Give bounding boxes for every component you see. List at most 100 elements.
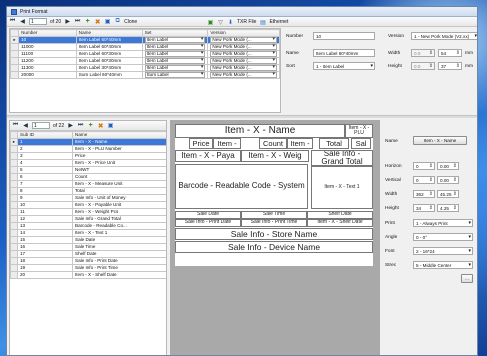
label-field-device-name[interactable]: Sale Info - Device Name	[175, 241, 373, 253]
cell-sub-id[interactable]: 19	[17, 264, 73, 272]
first-record-icon[interactable]: ⏮	[9, 18, 16, 25]
table-row[interactable]: 11000 Item Label 60*40mm Item Label New …	[10, 43, 280, 51]
filter-icon[interactable]: ▽	[217, 19, 224, 26]
column-header-item-name[interactable]: Name	[72, 131, 166, 139]
label-field-grand-total[interactable]: Sale Info - Grand Total	[311, 150, 373, 166]
column-header-name[interactable]: Name	[75, 29, 143, 37]
label-field-item-shelf-date[interactable]: Item - X - Shelf Date	[307, 219, 373, 227]
cell-item-name[interactable]: Sale Date	[72, 236, 166, 244]
cell-sub-id[interactable]: 7	[17, 180, 73, 188]
cell-item-name[interactable]: Sale Info - Print Date	[72, 257, 166, 265]
cell-number[interactable]: 20000	[18, 71, 77, 79]
label-field-store-name[interactable]: Sale Info - Store Name	[175, 228, 373, 240]
cell-number[interactable]: 11200	[18, 57, 77, 65]
more-button[interactable]: ...	[461, 274, 473, 283]
height-field-2[interactable]: 37	[438, 62, 462, 70]
list-item[interactable]: 8 Total	[10, 187, 166, 195]
height-prop-field-1[interactable]: 34	[413, 204, 435, 212]
height-prop-field-2[interactable]: 4.25	[437, 204, 459, 212]
cell-set[interactable]: Item Label	[141, 36, 209, 44]
cell-sub-id[interactable]: 8	[17, 187, 73, 195]
cell-sub-id[interactable]: 2	[17, 145, 73, 153]
stretch-select[interactable]: 5 - Middle Center	[413, 261, 473, 269]
label-field-sale-time[interactable]: Sale Time	[241, 211, 307, 219]
cell-version[interactable]: New Pork Mode (...	[207, 71, 280, 79]
list-item[interactable]: 4 Item - X - Price Unit	[10, 159, 166, 167]
label-field-shelf-date[interactable]: Shelf Date	[307, 211, 373, 219]
add-icon[interactable]: +	[84, 18, 91, 25]
delete-icon[interactable]: ✖	[94, 18, 101, 26]
cell-sub-id[interactable]: 4	[17, 159, 73, 167]
list-item[interactable]: 9 Sale Info - Unit of Money	[10, 194, 166, 202]
cell-sub-id[interactable]: 17	[17, 250, 73, 258]
set-dropdown[interactable]: Item Label	[144, 44, 206, 50]
cell-item-name[interactable]: NetWT	[72, 166, 166, 174]
cell-number[interactable]: 11100	[18, 50, 77, 58]
cell-item-name[interactable]: Sale Info - Grand Total	[72, 215, 166, 223]
list-item[interactable]: 20 Item - X - Shelf Date	[10, 271, 166, 279]
column-header-sub-id[interactable]: Sub ID	[17, 131, 73, 139]
cell-version[interactable]: New Pork Mode (...	[207, 36, 280, 44]
version-dropdown[interactable]: New Pork Mode (...	[210, 65, 277, 71]
version-dropdown[interactable]: New Pork Mode (...	[210, 51, 277, 57]
cell-item-name[interactable]: Item - X - Payable Unit	[72, 201, 166, 209]
list-item[interactable]: ▸ 1 Item - X - Name	[10, 138, 166, 146]
list-item[interactable]: 17 Shelf Date	[10, 250, 166, 258]
table-row[interactable]: 11100 Item Label 60*30mm Item Label New …	[10, 50, 280, 58]
cell-set[interactable]: Item Label	[141, 43, 209, 51]
cell-item-name[interactable]: Count	[72, 173, 166, 181]
last-item-icon[interactable]: ⏭	[77, 122, 84, 129]
add-item-icon[interactable]: +	[87, 122, 94, 129]
cell-item-name[interactable]: Price	[72, 152, 166, 160]
next-record-icon[interactable]: ▶	[64, 18, 71, 25]
cell-version[interactable]: New Pork Mode (...	[207, 50, 280, 58]
table-row[interactable]: 11300 Item Label 30*40mm Item Label New …	[10, 64, 280, 72]
clone-icon[interactable]: ⧉	[114, 18, 121, 25]
cell-sub-id[interactable]: 3	[17, 152, 73, 160]
cell-item-name[interactable]: Sale Info - Unit of Money	[72, 194, 166, 202]
next-item-icon[interactable]: ▶	[67, 122, 74, 129]
label-field-payable[interactable]: Item - X - Paya	[175, 150, 241, 162]
font-select[interactable]: 2 - 16*24	[413, 247, 473, 255]
label-field-count[interactable]: Count	[259, 138, 287, 149]
version-select[interactable]: 1 - New Pork Mode (V2.xx)	[411, 32, 477, 40]
set-dropdown[interactable]: Item Label	[144, 37, 206, 43]
cell-name[interactable]: Item Label 60*40mm	[75, 36, 143, 44]
cell-sub-id[interactable]: 20	[17, 271, 73, 279]
set-dropdown[interactable]: Item Label	[144, 65, 206, 71]
cell-name[interactable]: Item Label 60*30mm	[75, 50, 143, 58]
list-item[interactable]: 3 Price	[10, 152, 166, 160]
tpl-file-button[interactable]: TXR File	[237, 19, 256, 25]
cell-sub-id[interactable]: 11	[17, 208, 73, 216]
tpl-file-icon[interactable]: ⬇	[227, 19, 234, 26]
cell-version[interactable]: New Pork Mode (...	[207, 43, 280, 51]
item-position-input[interactable]: 1	[32, 122, 50, 129]
cell-sub-id[interactable]: 12	[17, 215, 73, 223]
cell-set[interactable]: Sum Label	[141, 71, 209, 79]
table-row[interactable]: 20000 Sum Label 60*40mm Sum Label New Po…	[10, 71, 280, 79]
cell-sub-id[interactable]: 9	[17, 194, 73, 202]
cell-item-name[interactable]: Item - X - Price Unit	[72, 159, 166, 167]
version-dropdown[interactable]: New Pork Mode (...	[210, 37, 277, 43]
clone-button[interactable]: Clone	[124, 19, 137, 25]
cell-item-name[interactable]: Sale Info - Print Time	[72, 264, 166, 272]
name-field[interactable]: Item Label 60*40mm	[313, 49, 375, 57]
vertical-field-1[interactable]: 0	[413, 176, 435, 184]
list-item[interactable]: 6 Count	[10, 173, 166, 181]
column-header-version[interactable]: Version	[207, 29, 280, 37]
print-select[interactable]: 1 - Always Print	[413, 219, 473, 227]
horizon-field-1[interactable]: 0	[413, 162, 435, 170]
cell-name[interactable]: Item Label 60*30mm	[75, 57, 143, 65]
list-item[interactable]: 11 Item - X - Weight Pcs	[10, 208, 166, 216]
number-field[interactable]: 10	[313, 32, 375, 40]
label-field-text-1[interactable]: Item - X - Text 1	[311, 166, 373, 209]
column-header-set[interactable]: Set	[141, 29, 209, 37]
cell-sub-id[interactable]: 5	[17, 166, 73, 174]
column-header-number[interactable]: Number	[18, 29, 77, 37]
prev-item-icon[interactable]: ◀	[22, 122, 29, 129]
version-dropdown[interactable]: New Pork Mode (...	[210, 58, 277, 64]
cell-item-name[interactable]: Sale Time	[72, 243, 166, 251]
label-field-price-unit[interactable]: Item -	[213, 138, 241, 149]
list-item[interactable]: 7 Item - X - Measure Unit	[10, 180, 166, 188]
label-field-measure-unit[interactable]: Item -	[287, 138, 313, 149]
